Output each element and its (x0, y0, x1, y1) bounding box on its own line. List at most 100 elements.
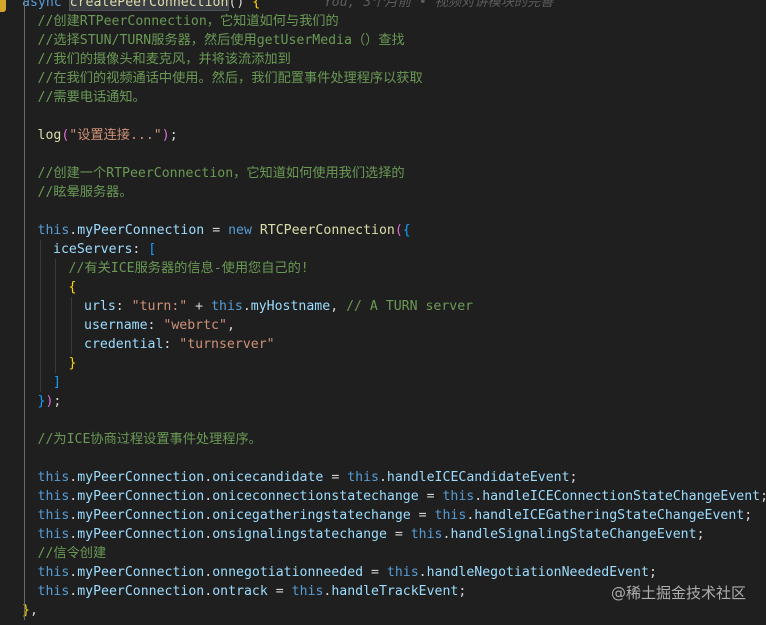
code-token: this (291, 584, 324, 599)
code-token: = (410, 508, 435, 523)
code-line[interactable]: this.myPeerConnection.onnegotiationneede… (0, 563, 766, 582)
indent-guide (39, 335, 41, 354)
indent-guide (24, 183, 25, 202)
indent-guide (24, 392, 25, 411)
code-token: ; (458, 584, 467, 599)
code-token: //信令创建 (37, 546, 107, 561)
code-line[interactable]: //创建RTPeerConnection，它知道如何与我们的 (0, 12, 766, 31)
indent-guide (39, 240, 41, 259)
indent-guide (24, 126, 25, 145)
indent-guide (55, 297, 56, 316)
indent-guide (24, 601, 25, 620)
code-token: onnegotiationneeded (212, 565, 364, 580)
code-line[interactable]: credential: "turnserver" (0, 335, 766, 354)
code-line[interactable]: //创建一个RTPeerConnection，它知道如何使用我们选择的 (0, 164, 766, 183)
code-editor[interactable]: async createPeerConnection() { You, 3个月前… (0, 0, 766, 620)
code-line[interactable]: }); (0, 392, 766, 411)
code-line[interactable]: //选择STUN/TURN服务器，然后使用getUserMedia（）查找 (0, 31, 766, 50)
indent-guide (24, 69, 25, 88)
code-line[interactable]: this.myPeerConnection.onsignalingstatech… (0, 525, 766, 544)
indent-guide (24, 335, 25, 354)
code-token: onicecandidate (212, 470, 324, 485)
code-line[interactable]: ] (0, 373, 766, 392)
code-token: credential (84, 337, 164, 352)
code-line[interactable] (0, 202, 766, 221)
code-token: = (363, 565, 387, 580)
code-token: this (37, 470, 70, 485)
code-line[interactable]: //在我们的视频通话中使用。然后，我们配置事件处理程序以获取 (0, 69, 766, 88)
code-line[interactable]: this.myPeerConnection.oniceconnectionsta… (0, 487, 766, 506)
code-token: ; (760, 489, 766, 504)
code-line[interactable]: }, (0, 601, 766, 620)
indent-guide (24, 525, 25, 544)
code-token: this (37, 527, 70, 542)
code-line[interactable]: //为ICE协商过程设置事件处理程序。 (0, 430, 766, 449)
code-line[interactable]: iceServers: [ (0, 240, 766, 259)
code-token: } (68, 356, 77, 371)
indent-guide (24, 0, 25, 12)
code-token: , (29, 603, 38, 618)
code-line[interactable] (0, 411, 766, 430)
code-token: this (386, 565, 419, 580)
code-token: "turnserver" (179, 337, 275, 352)
code-token: this (434, 508, 467, 523)
code-token: ; (53, 394, 62, 409)
indent-guide (24, 240, 25, 259)
code-line[interactable]: //需要电话通知。 (0, 88, 766, 107)
code-token: ) (161, 128, 170, 143)
code-token: , (330, 299, 347, 314)
code-token: : (115, 299, 132, 314)
code-token: new (228, 223, 260, 238)
code-token: this (410, 527, 443, 542)
code-token: onsignalingstatechange (212, 527, 387, 542)
code-token: ; (648, 565, 657, 580)
code-line[interactable]: log("设置连接..."); (0, 126, 766, 145)
indent-guide (24, 544, 25, 563)
code-token: : (163, 337, 180, 352)
code-line[interactable] (0, 449, 766, 468)
code-token: () (228, 0, 253, 10)
indent-guide (39, 297, 41, 316)
code-token: RTCPeerConnection (259, 223, 395, 238)
indent-guide (24, 449, 25, 468)
code-token: myPeerConnection (77, 470, 205, 485)
code-line[interactable]: async createPeerConnection() { You, 3个月前… (0, 0, 766, 12)
code-line[interactable]: //眩晕服务器。 (0, 183, 766, 202)
code-token: . (474, 489, 483, 504)
indent-guide (39, 354, 41, 373)
code-line[interactable]: //有关ICE服务器的信息-使用您自己的! (0, 259, 766, 278)
code-line[interactable]: this.myPeerConnection = new RTCPeerConne… (0, 221, 766, 240)
indent-guide (55, 316, 56, 335)
indent-guide (39, 373, 41, 392)
indent-guide (24, 316, 25, 335)
indent-guide (24, 278, 25, 297)
code-token: = (386, 527, 411, 542)
code-line[interactable]: //信令创建 (0, 544, 766, 563)
code-token: ; (696, 527, 705, 542)
code-token: myPeerConnection (77, 489, 205, 504)
code-token: urls (84, 299, 116, 314)
code-line[interactable]: } (0, 354, 766, 373)
indent-guide (39, 259, 41, 278)
code-token: this (37, 565, 70, 580)
code-token: createPeerConnection (68, 0, 230, 11)
code-line[interactable] (0, 145, 766, 164)
code-line[interactable]: //我们的摄像头和麦克风，并将该流添加到 (0, 50, 766, 69)
indent-guide (70, 335, 72, 354)
code-line[interactable]: this.myPeerConnection.onicecandidate = t… (0, 468, 766, 487)
indent-guide (24, 563, 25, 582)
code-token: { (402, 223, 411, 238)
code-line[interactable]: username: "webrtc", (0, 316, 766, 335)
code-token: + (187, 299, 212, 314)
code-token: //眩晕服务器。 (37, 185, 133, 200)
code-line[interactable]: { (0, 278, 766, 297)
code-line[interactable]: urls: "turn:" + this.myHostname, // A TU… (0, 297, 766, 316)
indent-guide (55, 278, 56, 297)
code-token: //选择STUN/TURN服务器，然后使用getUserMedia（）查找 (37, 33, 405, 48)
code-token: = (267, 584, 292, 599)
code-line[interactable]: this.myPeerConnection.onicegatheringstat… (0, 506, 766, 525)
indent-guide (24, 164, 25, 183)
code-line[interactable] (0, 107, 766, 126)
code-token: . (378, 470, 387, 485)
code-token: this (37, 584, 70, 599)
